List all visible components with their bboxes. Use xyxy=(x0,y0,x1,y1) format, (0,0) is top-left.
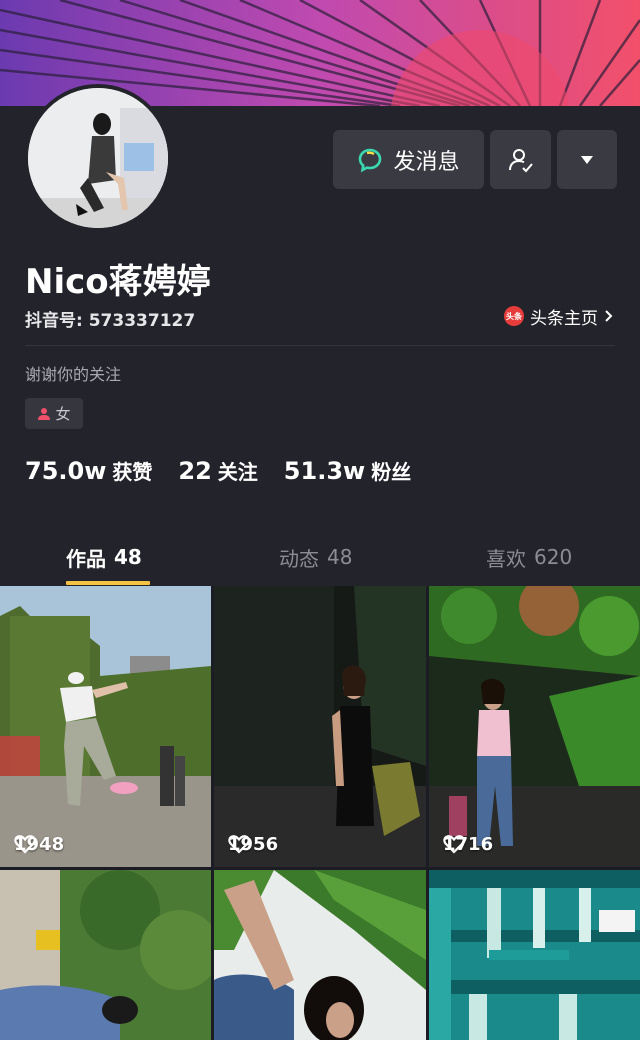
video-thumbnail[interactable] xyxy=(0,870,211,1040)
stat-label: 粉丝 xyxy=(371,460,412,484)
chevron-right-icon xyxy=(605,310,613,322)
stat-following[interactable]: 22 关注 xyxy=(178,456,257,485)
tab-count: 620 xyxy=(534,545,573,569)
tab-label: 作品 xyxy=(66,546,106,571)
avatar[interactable] xyxy=(24,84,172,232)
stat-value: 22 xyxy=(178,457,212,485)
tab-works[interactable]: 作品 48 xyxy=(66,542,142,572)
user-check-icon xyxy=(508,148,533,172)
send-message-button[interactable]: 发消息 xyxy=(333,130,484,189)
stat-label: 关注 xyxy=(217,460,258,484)
video-thumbnail[interactable] xyxy=(429,870,640,1040)
video-thumbnail[interactable]: 1716 xyxy=(429,586,640,867)
stats-row: 75.0w 获赞 22 关注 51.3w 粉丝 xyxy=(25,456,411,485)
toutiao-homepage-link[interactable]: 头条 头条主页 xyxy=(504,303,614,329)
gender-tag: 女 xyxy=(25,398,83,429)
signature: 谢谢你的关注 xyxy=(25,365,122,384)
tab-label: 动态 xyxy=(279,546,319,571)
tab-label: 喜欢 xyxy=(486,546,526,571)
toutiao-logo-icon: 头条 xyxy=(504,306,524,326)
tab-likes[interactable]: 喜欢 620 xyxy=(486,542,572,572)
video-thumbnail[interactable]: 1956 xyxy=(214,586,426,867)
followed-button[interactable] xyxy=(490,130,551,189)
video-thumbnail[interactable] xyxy=(214,870,426,1040)
divider xyxy=(25,345,615,346)
active-tab-indicator xyxy=(66,581,150,585)
nickname: Nico蒋娉婷 xyxy=(25,262,211,302)
toutiao-link-label: 头条主页 xyxy=(530,308,598,329)
more-options-button[interactable] xyxy=(557,130,617,189)
video-like-count: 1716 xyxy=(443,834,493,855)
stat-followers[interactable]: 51.3w 粉丝 xyxy=(284,456,411,485)
caret-down-icon xyxy=(581,155,593,164)
video-grid: 1948 1956 1716 xyxy=(0,586,640,1040)
stat-label: 获赞 xyxy=(112,460,153,484)
heart-icon xyxy=(14,835,36,854)
douyin-id: 抖音号: 573337127 xyxy=(25,311,196,331)
video-thumbnail[interactable]: 1948 xyxy=(0,586,211,867)
heart-icon xyxy=(443,835,465,854)
profile-page: 发消息 Nico蒋娉婷 抖音号: 573337127 头条 头条主页 谢谢你的关… xyxy=(0,0,640,1040)
tab-count: 48 xyxy=(114,545,142,569)
stat-value: 51.3w xyxy=(283,457,366,485)
video-like-count: 1956 xyxy=(228,834,278,855)
tab-moments[interactable]: 动态 48 xyxy=(279,542,352,572)
video-like-count: 1948 xyxy=(14,834,64,855)
person-icon xyxy=(38,407,51,420)
heart-icon xyxy=(228,835,250,854)
message-bubble-icon xyxy=(359,148,382,172)
tab-count: 48 xyxy=(327,545,353,569)
gender-label: 女 xyxy=(55,405,71,423)
avatar-image xyxy=(28,88,168,228)
send-message-label: 发消息 xyxy=(393,149,460,175)
stat-value: 75.0w xyxy=(25,457,107,485)
profile-tabs: 作品 48 动态 48 喜欢 620 xyxy=(0,530,640,586)
stat-likes: 75.0w 获赞 xyxy=(25,456,152,485)
